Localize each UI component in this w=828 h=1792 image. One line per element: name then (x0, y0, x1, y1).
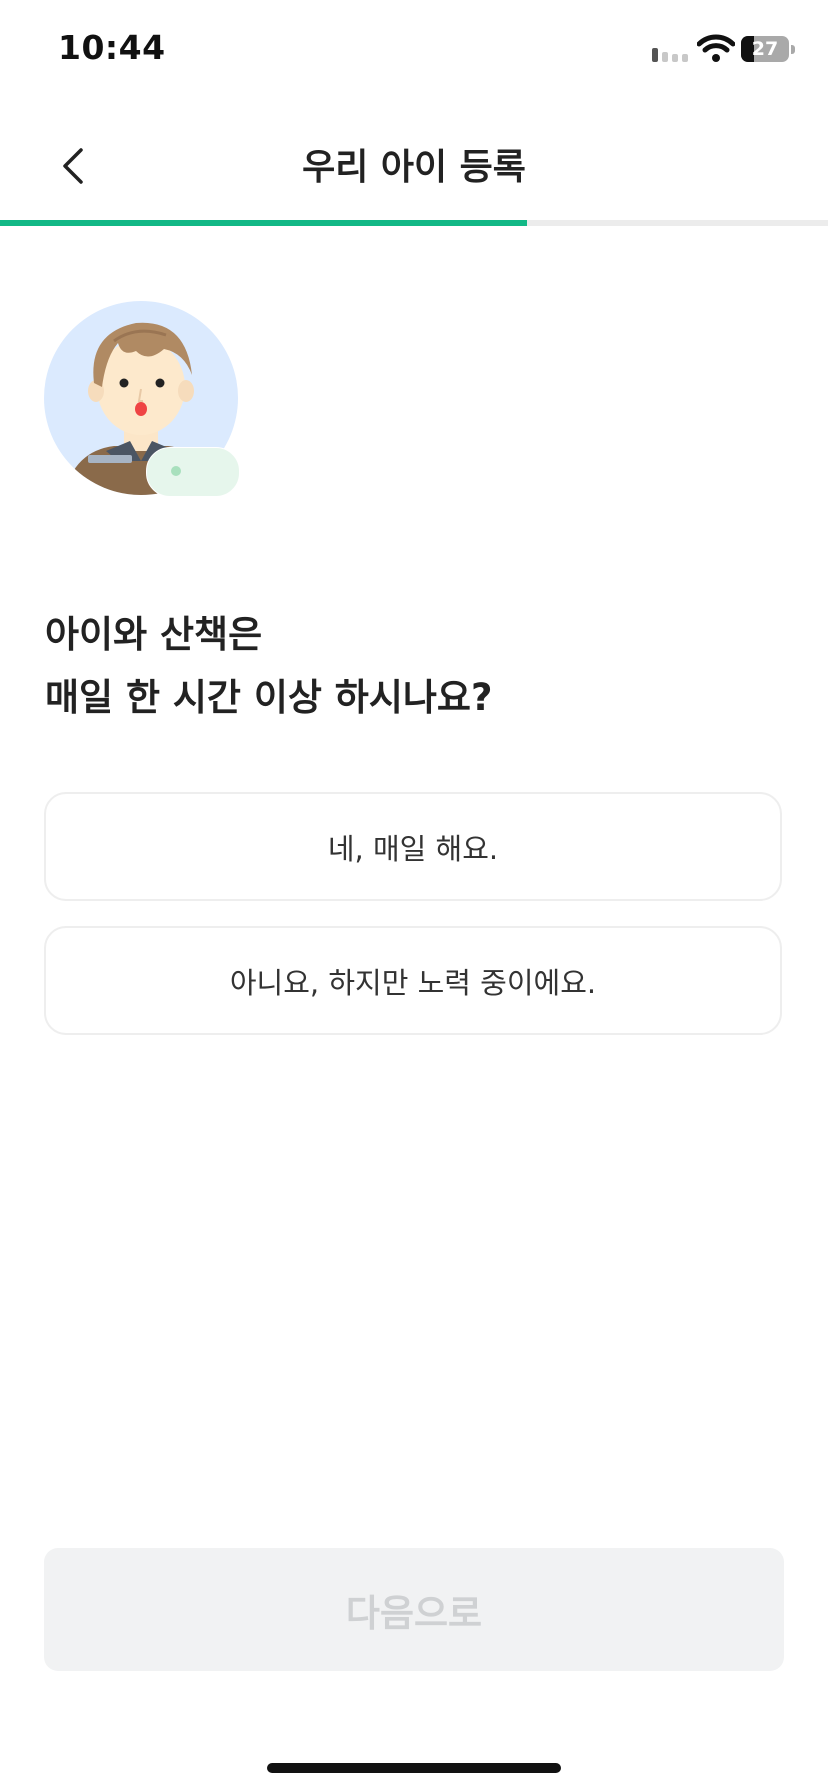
avatar-badge (146, 447, 240, 497)
next-button[interactable]: 다음으로 (44, 1548, 784, 1671)
question-line-1: 아이와 산책은 (45, 613, 263, 656)
question-line-2: 매일 한 시간 이상 하시나요? (45, 676, 493, 719)
option-no-button[interactable]: 아니요, 하지만 노력 중이에요. (44, 926, 782, 1035)
cellular-signal-icon (652, 48, 688, 62)
wifi-icon (697, 34, 735, 62)
home-indicator (267, 1763, 561, 1773)
badge-dot (171, 466, 181, 476)
battery-icon: 27 (741, 36, 789, 62)
progress-bar (0, 220, 828, 226)
battery-level: 27 (751, 38, 779, 60)
status-time: 10:44 (58, 28, 166, 67)
status-bar: 10:44 27 (0, 0, 828, 100)
header: 우리 아이 등록 (0, 110, 828, 220)
question-heading: 아이와 산책은 매일 한 시간 이상 하시나요? (45, 603, 785, 729)
pet-avatar (44, 301, 240, 497)
progress-bar-fill (0, 220, 527, 226)
battery-nub (791, 45, 795, 54)
page-title: 우리 아이 등록 (302, 147, 526, 188)
option-yes-button[interactable]: 네, 매일 해요. (44, 792, 782, 901)
